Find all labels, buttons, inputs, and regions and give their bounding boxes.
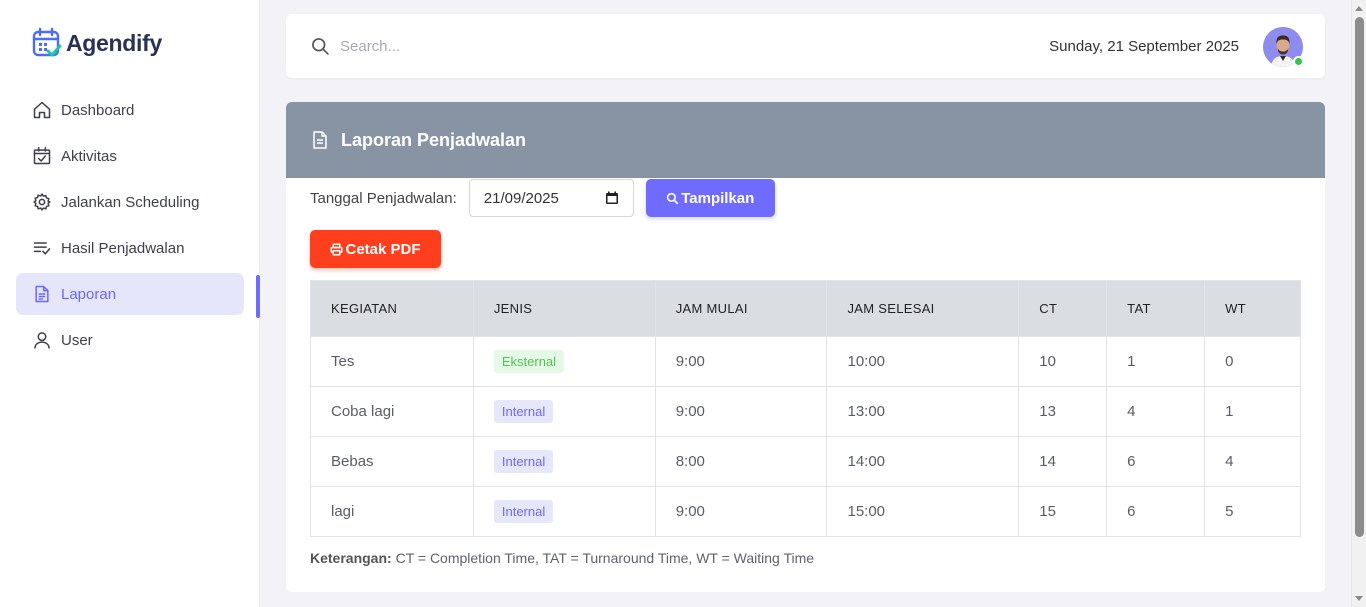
column-header-jam-selesai: JAM SELESAI [826,280,1020,337]
type-badge-internal: Internal [493,450,554,473]
cell-ct: 10 [1018,336,1108,387]
card-header: Laporan Penjadwalan [286,102,1325,178]
sidebar-item-label: Jalankan Scheduling [61,193,200,211]
table-row: Bebas Internal 8:00 14:00 14 6 4 [310,436,1301,487]
schedule-report-table: KEGIATAN JENIS JAM MULAI JAM SELESAI CT … [310,280,1301,537]
online-status-dot [1293,56,1304,67]
top-navbar: Sunday, 21 September 2025 [286,14,1325,78]
scroll-down-arrow-icon[interactable] [1355,596,1363,601]
sidebar-item-laporan[interactable]: Laporan [16,273,244,315]
sidebar-item-label: User [61,331,93,349]
cell-ct: 15 [1018,486,1108,537]
date-field-value: 21/09/2025 [483,189,559,207]
sidebar-item-aktivitas[interactable]: Aktivitas [16,135,244,177]
cell-jam-mulai: 9:00 [654,386,828,437]
column-header-ct: CT [1018,280,1108,337]
date-field[interactable]: 21/09/2025 [468,179,634,217]
page-scrollbar[interactable] [1351,0,1366,607]
printer-icon [330,242,343,256]
cell-jam-mulai: 9:00 [654,336,828,387]
sidebar-item-label: Laporan [61,285,117,303]
calendar-icon[interactable] [605,191,619,205]
cell-kegiatan: lagi [310,486,474,537]
column-header-jenis: JENIS [472,280,656,337]
table-row: Tes Eksternal 9:00 10:00 10 1 0 [310,336,1301,387]
calendar-check-icon [33,146,51,165]
cell-jam-selesai: 14:00 [826,436,1020,487]
search-icon [667,192,679,204]
sidebar-item-hasil-penjadwalan[interactable]: Hasil Penjadwalan [16,227,244,269]
app-name: Agendify [66,29,162,56]
cell-tat: 1 [1106,336,1206,387]
legend-note: Keterangan: CT = Completion Time, TAT = … [310,550,814,566]
type-badge-internal: Internal [493,400,554,423]
cell-kegiatan: Tes [310,336,474,387]
cell-ct: 14 [1018,436,1108,487]
cell-ct: 13 [1018,386,1108,437]
column-header-tat: TAT [1106,280,1206,337]
column-header-jam-mulai: JAM MULAI [654,280,828,337]
cell-jam-mulai: 8:00 [654,436,828,487]
page-title: Laporan Penjadwalan [341,129,527,150]
table-header-row: KEGIATAN JENIS JAM MULAI JAM SELESAI CT … [310,280,1301,337]
cell-wt: 0 [1204,336,1301,387]
gear-icon [33,193,51,211]
sidebar-menu: Dashboard Aktivitas Jalankan Scheduling … [16,89,244,365]
search-icon [312,38,329,55]
avatar[interactable] [1263,27,1304,67]
list-check-icon [33,242,51,255]
cell-jenis: Eksternal [472,336,656,387]
active-indicator [256,275,260,318]
cell-jenis: Internal [472,386,656,437]
cell-jenis: Internal [472,436,656,487]
sidebar-item-label: Hasil Penjadwalan [61,239,185,257]
cell-wt: 5 [1204,486,1301,537]
home-icon [33,101,51,119]
cell-wt: 1 [1204,386,1301,437]
cell-tat: 6 [1106,436,1206,487]
cell-jam-selesai: 10:00 [826,336,1020,387]
scrollbar-thumb[interactable] [1355,17,1364,537]
filter-row: Tanggal Penjadwalan: 21/09/2025 Tampilka… [310,179,775,217]
app-logo[interactable]: Agendify [32,27,162,59]
cell-tat: 4 [1106,386,1206,437]
date-filter-label: Tanggal Penjadwalan: [310,189,457,207]
print-pdf-button[interactable]: Cetak PDF [310,230,441,268]
cell-tat: 6 [1106,486,1206,537]
cell-jenis: Internal [472,486,656,537]
current-date: Sunday, 21 September 2025 [1049,38,1239,55]
cell-kegiatan: Bebas [310,436,474,487]
scroll-up-arrow-icon[interactable] [1355,6,1363,11]
sidebar-item-dashboard[interactable]: Dashboard [16,89,244,131]
document-icon [35,285,49,303]
sidebar-item-jalankan-scheduling[interactable]: Jalankan Scheduling [16,181,244,223]
cell-jam-mulai: 9:00 [654,486,828,537]
sidebar-item-label: Aktivitas [61,147,117,165]
type-badge-internal: Internal [493,500,554,523]
sidebar-item-user[interactable]: User [16,319,244,361]
table-row: Coba lagi Internal 9:00 13:00 13 4 1 [310,386,1301,437]
show-button[interactable]: Tampilkan [645,179,775,217]
cell-jam-selesai: 13:00 [826,386,1020,437]
print-pdf-label: Cetak PDF [345,240,421,258]
legend-note-text: CT = Completion Time, TAT = Turnaround T… [391,550,815,566]
calendar-logo-icon [32,27,62,57]
user-icon [34,332,50,349]
column-header-kegiatan: KEGIATAN [310,280,474,337]
cell-jam-selesai: 15:00 [826,486,1020,537]
report-card: Laporan Penjadwalan Tanggal Penjadwalan:… [286,102,1325,592]
sidebar: Agendify Dashboard Aktivitas Jalankan Sc… [0,0,260,607]
sidebar-item-label: Dashboard [61,101,135,119]
document-icon [313,131,327,149]
table-row: lagi Internal 9:00 15:00 15 6 5 [310,486,1301,537]
cell-wt: 4 [1204,436,1301,487]
column-header-wt: WT [1204,280,1301,337]
cell-kegiatan: Coba lagi [310,386,474,437]
search-input[interactable] [340,34,640,58]
type-badge-external: Eksternal [493,350,565,373]
legend-note-label: Keterangan: [310,550,392,566]
show-button-label: Tampilkan [681,189,755,207]
